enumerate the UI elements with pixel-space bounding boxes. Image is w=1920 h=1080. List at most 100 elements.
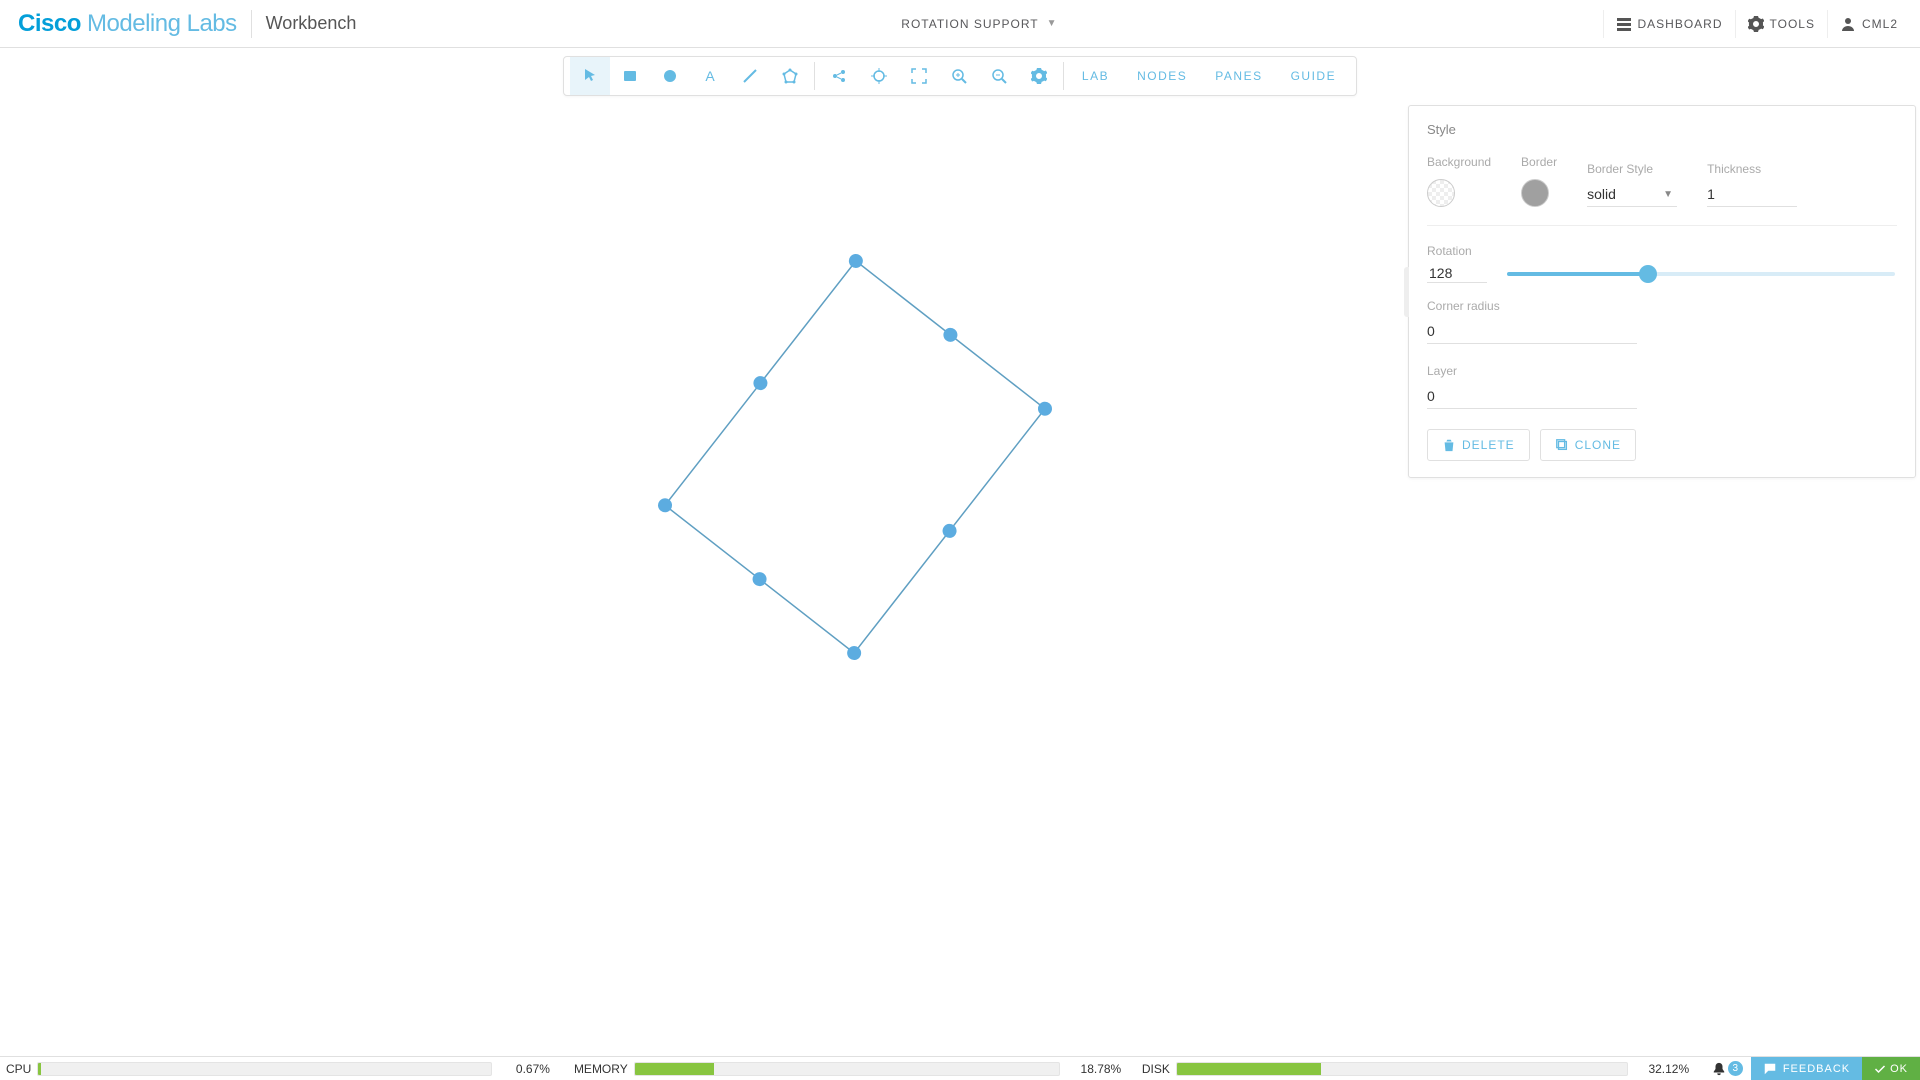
layer-label: Layer xyxy=(1427,364,1897,378)
delete-button[interactable]: DELETE xyxy=(1427,429,1530,461)
ok-label: OK xyxy=(1890,1063,1908,1075)
toolbar-wrap: A LAB NODES PANES GUIDE xyxy=(0,48,1920,96)
tool-ellipse[interactable] xyxy=(650,57,690,95)
circle-icon xyxy=(662,68,678,84)
tab-panes[interactable]: PANES xyxy=(1201,69,1276,83)
rotation-slider-row xyxy=(1427,264,1897,283)
thickness-label: Thickness xyxy=(1707,162,1797,176)
logo-cisco: Cisco xyxy=(18,10,81,37)
tab-lab[interactable]: LAB xyxy=(1068,69,1123,83)
user-label: CML2 xyxy=(1862,17,1898,31)
svg-text:A: A xyxy=(705,68,715,84)
tools-button[interactable]: TOOLS xyxy=(1735,10,1827,38)
disk-label: DISK xyxy=(1136,1062,1170,1076)
thickness-col: Thickness xyxy=(1707,162,1797,207)
background-swatch[interactable] xyxy=(1427,179,1455,207)
tool-center[interactable] xyxy=(859,57,899,95)
toolbar-separator xyxy=(814,62,815,90)
selected-rectangle[interactable] xyxy=(655,251,1055,663)
background-label: Background xyxy=(1427,155,1491,169)
project-name: ROTATION SUPPORT xyxy=(901,17,1038,31)
trash-icon xyxy=(1442,438,1456,452)
border-col: Border xyxy=(1521,155,1557,207)
dashboard-button[interactable]: DASHBOARD xyxy=(1603,10,1735,38)
fit-icon xyxy=(911,68,927,84)
cpu-stat: CPU 0.67% xyxy=(0,1062,568,1076)
thickness-input[interactable] xyxy=(1707,182,1797,207)
style-row-1: Background Border Border Style solid ▼ T… xyxy=(1427,155,1897,207)
panel-actions: DELETE CLONE xyxy=(1427,429,1897,461)
feedback-button[interactable]: FEEDBACK xyxy=(1751,1057,1862,1080)
user-button[interactable]: CML2 xyxy=(1827,10,1910,38)
line-icon xyxy=(742,68,758,84)
border-style-label: Border Style xyxy=(1587,162,1677,176)
logo-group: Cisco Modeling Labs Workbench xyxy=(18,10,356,38)
top-header: Cisco Modeling Labs Workbench ROTATION S… xyxy=(0,0,1920,48)
mem-label: MEMORY xyxy=(568,1062,628,1076)
border-swatch[interactable] xyxy=(1521,179,1549,207)
disk-bar xyxy=(1176,1062,1628,1076)
rotation-slider[interactable] xyxy=(1507,272,1895,276)
tool-link[interactable] xyxy=(819,57,859,95)
logo-brand: Cisco Modeling Labs xyxy=(18,10,237,38)
project-dropdown[interactable]: ROTATION SUPPORT ▼ xyxy=(901,17,1057,31)
tab-guide[interactable]: GUIDE xyxy=(1277,69,1351,83)
mem-pct: 18.78% xyxy=(1066,1062,1136,1076)
style-panel-title: Style xyxy=(1427,122,1897,137)
tool-zoom-out[interactable] xyxy=(979,57,1019,95)
gear-small-icon xyxy=(1031,68,1047,84)
tool-fit[interactable] xyxy=(899,57,939,95)
tool-text[interactable]: A xyxy=(690,57,730,95)
feedback-label: FEEDBACK xyxy=(1783,1063,1850,1075)
ok-button[interactable]: OK xyxy=(1862,1057,1920,1080)
polygon-icon xyxy=(782,68,798,84)
panel-divider-1 xyxy=(1427,225,1897,226)
status-bar: CPU 0.67% MEMORY 18.78% DISK 32.12% 3 FE… xyxy=(0,1056,1920,1080)
corner-input[interactable] xyxy=(1427,319,1637,344)
mem-bar xyxy=(634,1062,1060,1076)
chat-icon xyxy=(1763,1062,1777,1076)
status-right: 3 FEEDBACK OK xyxy=(1704,1057,1920,1080)
tool-zoom-in[interactable] xyxy=(939,57,979,95)
header-section: Workbench xyxy=(266,13,357,34)
notifications-button[interactable]: 3 xyxy=(1704,1057,1751,1080)
target-icon xyxy=(871,68,887,84)
layer-input[interactable] xyxy=(1427,384,1637,409)
corner-label: Corner radius xyxy=(1427,299,1897,313)
panel-resize-handle[interactable] xyxy=(1404,267,1409,317)
toolbar-separator-2 xyxy=(1063,62,1064,90)
delete-label: DELETE xyxy=(1462,438,1515,452)
clone-label: CLONE xyxy=(1575,438,1621,452)
cpu-label: CPU xyxy=(0,1062,31,1076)
check-icon xyxy=(1874,1063,1886,1075)
header-right: DASHBOARD TOOLS CML2 xyxy=(1603,10,1911,38)
tab-nodes[interactable]: NODES xyxy=(1123,69,1201,83)
text-icon: A xyxy=(702,68,718,84)
tool-rectangle[interactable] xyxy=(610,57,650,95)
logo-separator xyxy=(251,10,252,38)
tool-select[interactable] xyxy=(570,57,610,95)
rectangle-icon xyxy=(622,68,638,84)
logo-ml: Modeling Labs xyxy=(87,10,237,37)
disk-stat: DISK 32.12% xyxy=(1136,1062,1704,1076)
border-style-col: Border Style solid ▼ xyxy=(1587,162,1677,207)
dashboard-label: DASHBOARD xyxy=(1638,17,1723,31)
layer-block: Layer xyxy=(1427,364,1897,409)
toolbar: A LAB NODES PANES GUIDE xyxy=(563,56,1357,96)
clone-button[interactable]: CLONE xyxy=(1540,429,1636,461)
style-panel: Style Background Border Border Style sol… xyxy=(1408,105,1916,478)
tools-label: TOOLS xyxy=(1770,17,1815,31)
disk-pct: 32.12% xyxy=(1634,1062,1704,1076)
clone-icon xyxy=(1555,438,1569,452)
tool-line[interactable] xyxy=(730,57,770,95)
tool-settings[interactable] xyxy=(1019,57,1059,95)
border-style-select[interactable]: solid ▼ xyxy=(1587,182,1677,207)
tool-polygon[interactable] xyxy=(770,57,810,95)
caret-down-icon: ▼ xyxy=(1047,18,1058,29)
cpu-bar xyxy=(37,1062,492,1076)
rotation-block: Rotation xyxy=(1427,244,1897,283)
pointer-icon xyxy=(582,68,598,84)
caret-down-icon: ▼ xyxy=(1663,189,1677,200)
rotation-input[interactable] xyxy=(1427,264,1487,283)
rotation-label: Rotation xyxy=(1427,244,1897,258)
